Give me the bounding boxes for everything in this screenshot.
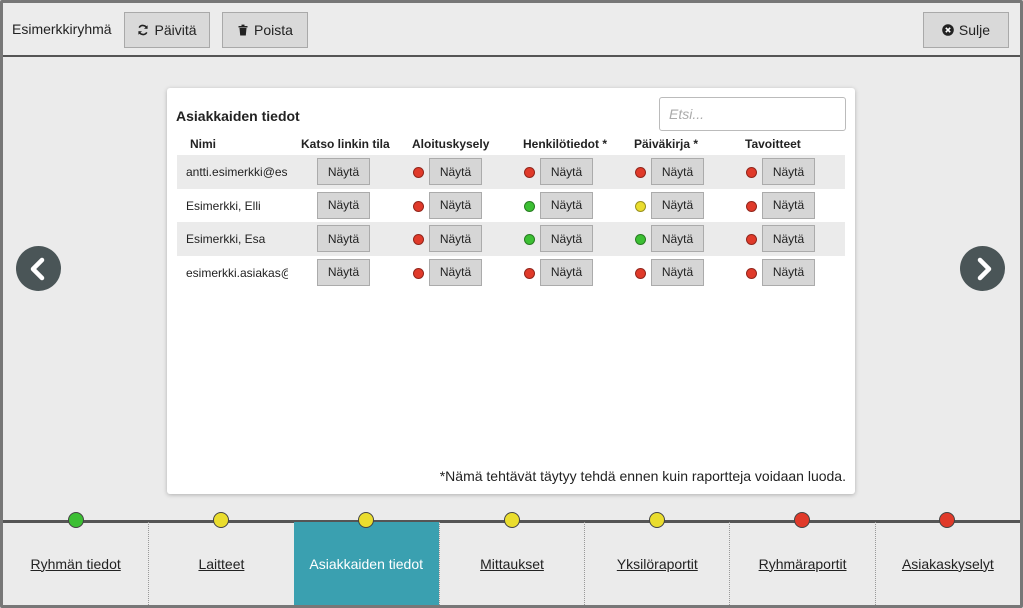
table-row: Esimerkki, Elli Näytä Näytä Näytä Näytä Näytä <box>177 189 845 223</box>
show-goals-button[interactable]: Näytä <box>762 258 815 286</box>
column-header-name: Nimi <box>190 137 217 151</box>
diary-status-dot <box>635 200 646 212</box>
customer-name: esimerkki.asiakas@esimerkki.fi <box>186 265 288 280</box>
customer-name: antti.esimerkki@esimerkki.fi <box>186 165 288 179</box>
step-tab[interactable]: Ryhmäraportit <box>729 522 874 605</box>
show-diary-button[interactable]: Näytä <box>651 225 704 252</box>
next-page-button[interactable] <box>960 246 1005 291</box>
show-initial-survey-button[interactable]: Näytä <box>429 258 482 286</box>
table-row: Esimerkki, Esa Näytä Näytä Näytä Näytä Näytä <box>177 222 845 256</box>
step-tab[interactable]: Ryhmän tiedot <box>3 522 148 605</box>
table-header: Nimi Katso linkin tila Aloituskysely Hen… <box>177 137 845 155</box>
show-personal-info-button[interactable]: Näytä <box>540 191 593 219</box>
workflow-steps: Ryhmän tiedot Laitteet Asiakkaiden tiedot M… <box>3 512 1020 605</box>
show-initial-survey-button[interactable]: Näytä <box>429 158 482 185</box>
chevron-right-icon <box>977 257 991 280</box>
group-title: Esimerkkiryhmä <box>12 21 112 37</box>
step-tab[interactable]: Yksilöraportit <box>584 522 729 605</box>
personal-info-status-dot <box>524 200 535 212</box>
step-status-dot <box>794 512 811 528</box>
close-circle-icon <box>942 24 954 36</box>
step-status-dot <box>212 512 229 528</box>
show-goals-button[interactable]: Näytä <box>762 191 815 219</box>
chevron-left-icon <box>30 257 44 280</box>
initial-survey-status-dot <box>413 267 424 279</box>
show-diary-button[interactable]: Näytä <box>651 258 704 286</box>
step-tab[interactable]: Asiakaskyselyt <box>874 522 1020 605</box>
personal-info-status-dot <box>524 234 535 245</box>
show-personal-info-button[interactable]: Näytä <box>540 158 593 185</box>
show-initial-survey-button[interactable]: Näytä <box>429 191 482 219</box>
diary-status-dot <box>635 234 646 245</box>
initial-survey-status-dot <box>413 200 424 212</box>
step-status-dot <box>67 512 84 528</box>
search-input[interactable] <box>659 97 846 131</box>
step-status-dot <box>648 512 665 528</box>
panel-title: Asiakkaiden tiedot <box>176 108 300 124</box>
step-label: Yksilöraportit <box>616 555 698 572</box>
previous-page-button[interactable] <box>16 246 61 291</box>
personal-info-status-dot <box>524 267 535 279</box>
column-header-link-status: Katso linkin tila <box>301 137 390 151</box>
step-label: Ryhmäraportit <box>758 555 847 572</box>
column-header-goals: Tavoitteet <box>745 137 801 151</box>
goals-status-dot <box>746 167 757 178</box>
show-personal-info-button[interactable]: Näytä <box>540 258 593 286</box>
show-goals-button[interactable]: Näytä <box>762 158 815 185</box>
top-toolbar: Esimerkkiryhmä Päivitä Poista Sulje <box>3 3 1020 57</box>
initial-survey-status-dot <box>413 234 424 245</box>
step-tab[interactable]: Asiakkaiden tiedot <box>293 522 439 605</box>
show-diary-button[interactable]: Näytä <box>651 191 704 219</box>
show-diary-button[interactable]: Näytä <box>651 158 704 185</box>
step-label: Mittaukset <box>480 555 544 572</box>
show-link-status-button[interactable]: Näytä <box>317 191 370 219</box>
step-label: Asiakkaiden tiedot <box>309 555 424 572</box>
show-goals-button[interactable]: Näytä <box>762 225 815 252</box>
close-button[interactable]: Sulje <box>923 12 1009 48</box>
personal-info-status-dot <box>524 167 535 178</box>
goals-status-dot <box>746 267 757 279</box>
customer-info-panel: Asiakkaiden tiedot Nimi Katso linkin til… <box>167 88 855 494</box>
show-initial-survey-button[interactable]: Näytä <box>429 225 482 252</box>
step-status-dot <box>503 512 520 528</box>
customer-name: Esimerkki, Elli <box>186 198 261 213</box>
diary-status-dot <box>635 267 646 279</box>
table-row: esimerkki.asiakas@esimerkki.fi Näytä Näytä… <box>177 256 845 290</box>
column-header-initial-survey: Aloituskysely <box>412 137 490 151</box>
customer-name: Esimerkki, Esa <box>186 232 266 246</box>
customer-table: antti.esimerkki@esimerkki.fi Näytä Näytä Nä… <box>177 155 845 289</box>
delete-button[interactable]: Poista <box>222 12 308 48</box>
column-header-personal-info: Henkilötiedot * <box>523 137 608 151</box>
close-label: Sulje <box>958 22 991 38</box>
footnote: *Nämä tehtävät täytyy tehdä ennen kuin r… <box>439 468 846 484</box>
show-link-status-button[interactable]: Näytä <box>317 258 370 286</box>
table-row: antti.esimerkki@esimerkki.fi Näytä Näytä Nä… <box>177 155 845 189</box>
show-personal-info-button[interactable]: Näytä <box>540 225 593 252</box>
delete-label: Poista <box>254 22 293 38</box>
step-tab[interactable]: Mittaukset <box>438 522 584 605</box>
step-label: Asiakaskyselyt <box>901 555 994 572</box>
show-link-status-button[interactable]: Näytä <box>317 225 370 252</box>
refresh-label: Päivitä <box>154 22 197 38</box>
diary-status-dot <box>635 167 646 178</box>
goals-status-dot <box>746 200 757 212</box>
initial-survey-status-dot <box>413 167 424 178</box>
step-tab[interactable]: Laitteet <box>148 522 293 605</box>
refresh-button[interactable]: Päivitä <box>124 12 210 48</box>
goals-status-dot <box>746 234 757 245</box>
trash-icon <box>238 24 248 36</box>
step-label: Ryhmän tiedot <box>30 555 121 572</box>
refresh-icon <box>138 24 149 36</box>
show-link-status-button[interactable]: Näytä <box>317 158 370 185</box>
column-header-diary: Päiväkirja * <box>634 137 699 151</box>
step-label: Laitteet <box>198 555 245 572</box>
